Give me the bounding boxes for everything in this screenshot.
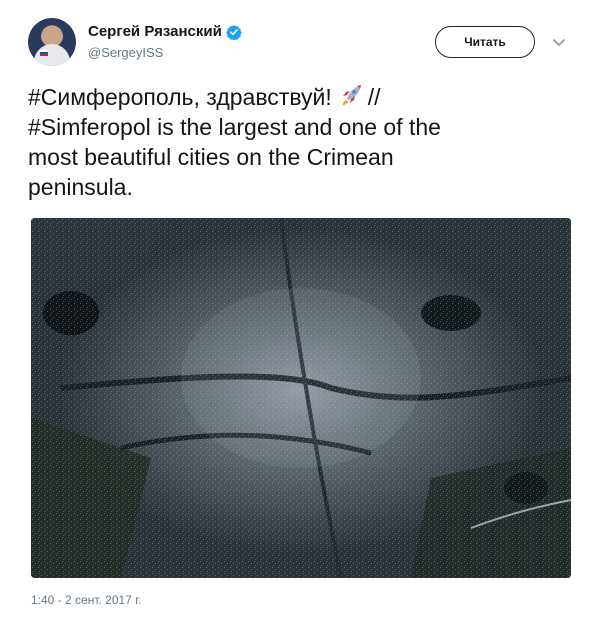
display-name[interactable]: Сергей Рязанский xyxy=(88,23,222,40)
tweet-line-4: peninsula. xyxy=(28,174,133,200)
tweet-timestamp[interactable]: 1:40 - 2 сент. 2017 г. xyxy=(31,593,141,607)
avatar[interactable] xyxy=(28,18,76,66)
tweet-line-1: #Симферополь, здравствуй! // xyxy=(28,82,573,112)
verified-badge-icon xyxy=(225,24,242,40)
tweet-photo[interactable] xyxy=(31,218,571,578)
tweet-line-3: most beautiful cities on the Crimean xyxy=(28,144,394,170)
tweet-header: Сергей Рязанский @SergeyISS Читать xyxy=(28,18,578,72)
tweet-line-1-separator: // xyxy=(367,84,381,110)
satellite-city-image xyxy=(31,218,571,578)
tweet-line-2: #Simferopol is the largest and one of th… xyxy=(28,114,441,140)
rocket-emoji-icon xyxy=(342,85,361,106)
tweet-card: Сергей Рязанский @SergeyISS Читать #Симф… xyxy=(0,0,600,617)
author-info[interactable]: Сергей Рязанский @SergeyISS xyxy=(88,23,242,60)
chevron-down-icon[interactable] xyxy=(551,34,567,50)
tweet-text: #Симферополь, здравствуй! // #Simferopol… xyxy=(28,82,573,202)
follow-button[interactable]: Читать xyxy=(435,26,535,58)
avatar-flag xyxy=(40,50,48,56)
hashtag-simferopol-ru[interactable]: #Симферополь, здравствуй! xyxy=(28,84,332,110)
user-handle[interactable]: @SergeyISS xyxy=(88,45,242,60)
